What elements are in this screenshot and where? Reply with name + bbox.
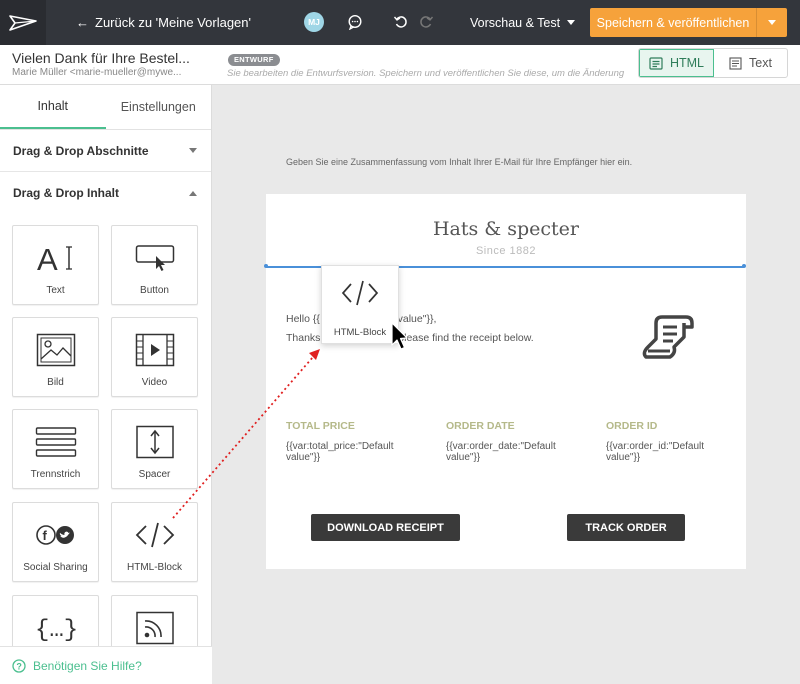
save-publish-label[interactable]: Speichern & veröffentlichen bbox=[590, 8, 756, 37]
svg-text:A: A bbox=[37, 242, 58, 275]
status-badge: ENTWURF bbox=[228, 54, 280, 66]
question-circle-icon: ? bbox=[12, 658, 26, 673]
track-order-button[interactable]: TRACK ORDER bbox=[567, 514, 685, 541]
section-dnd-sections[interactable]: Drag & Drop Abschnitte bbox=[0, 130, 211, 172]
email-info-bar: Vielen Dank für Ihre Bestel... Marie Mül… bbox=[0, 45, 800, 85]
tab-settings[interactable]: Einstellungen bbox=[106, 85, 212, 129]
greeting-part-a: Hello {{ bbox=[286, 313, 320, 325]
block-label: Button bbox=[140, 285, 169, 296]
redo-icon[interactable] bbox=[416, 12, 436, 32]
tab-content[interactable]: Inhalt bbox=[0, 85, 106, 129]
download-receipt-button[interactable]: DOWNLOAD RECEIPT bbox=[311, 514, 460, 541]
block-video[interactable]: Video bbox=[111, 317, 198, 397]
mode-text-label: Text bbox=[749, 56, 772, 70]
back-link-label: Zurück zu 'Meine Vorlagen' bbox=[95, 15, 251, 30]
avatar[interactable]: MJ bbox=[304, 12, 324, 32]
section-label: Drag & Drop Abschnitte bbox=[13, 143, 149, 158]
thanks-part-a: Thanks bbox=[286, 332, 321, 344]
help-label: Benötigen Sie Hilfe? bbox=[33, 658, 142, 673]
sidebar: Inhalt Einstellungen Drag & Drop Abschni… bbox=[0, 85, 212, 684]
total-price-value[interactable]: {{var:total_price:"Default value"}} bbox=[286, 441, 416, 463]
button-icon bbox=[135, 245, 174, 271]
drag-ghost-label: HTML-Block bbox=[333, 327, 387, 338]
email-title[interactable]: Vielen Dank für Ihre Bestel... bbox=[12, 50, 190, 66]
preview-test-dropdown[interactable]: Vorschau & Test bbox=[470, 0, 576, 45]
chevron-down-icon bbox=[189, 148, 197, 153]
chevron-down-icon bbox=[768, 20, 776, 25]
help-link[interactable]: ? Benötigen Sie Hilfe? bbox=[0, 646, 212, 684]
preheader-summary[interactable]: Geben Sie eine Zusammenfassung vom Inhal… bbox=[286, 157, 632, 167]
chevron-up-icon bbox=[189, 190, 197, 196]
block-label: Spacer bbox=[138, 469, 171, 480]
braces-icon: {…} bbox=[35, 617, 78, 643]
block-spacer[interactable]: Spacer bbox=[111, 409, 198, 489]
arrow-left-icon: ← bbox=[76, 15, 89, 30]
mode-text-button[interactable]: Text bbox=[714, 49, 787, 77]
drag-ghost-html-block[interactable]: HTML-Block bbox=[321, 265, 399, 344]
block-label: Video bbox=[141, 377, 168, 388]
save-publish-button[interactable]: Speichern & veröffentlichen bbox=[590, 8, 787, 37]
thanks-part-b: , please find the receipt below. bbox=[392, 332, 534, 344]
total-price-title[interactable]: TOTAL PRICE bbox=[286, 420, 355, 432]
code-icon bbox=[341, 280, 379, 306]
spacer-icon bbox=[135, 425, 174, 459]
block-label: Social Sharing bbox=[23, 562, 88, 573]
block-divider[interactable]: Trennstrich bbox=[12, 409, 99, 489]
divider-icon bbox=[35, 427, 76, 457]
sidebar-tabs: Inhalt Einstellungen bbox=[0, 85, 211, 130]
social-icon: f bbox=[35, 525, 74, 545]
block-label: Bild bbox=[47, 377, 64, 388]
undo-icon[interactable] bbox=[391, 12, 411, 32]
block-button[interactable]: Button bbox=[111, 225, 198, 305]
app-logo[interactable] bbox=[0, 0, 46, 45]
rss-icon bbox=[135, 611, 174, 645]
text-icon: A bbox=[37, 242, 72, 275]
mode-html-label: HTML bbox=[669, 56, 705, 70]
svg-text:f: f bbox=[42, 528, 47, 543]
brand-tagline[interactable]: Since 1882 bbox=[266, 245, 746, 257]
block-label: HTML-Block bbox=[126, 562, 182, 573]
paper-plane-icon bbox=[9, 14, 37, 31]
save-options-toggle[interactable] bbox=[756, 8, 787, 37]
mode-html-button[interactable]: HTML bbox=[639, 49, 714, 77]
top-bar: ← Zurück zu 'Meine Vorlagen' MJ Vorschau… bbox=[0, 0, 800, 45]
order-date-title[interactable]: ORDER DATE bbox=[446, 420, 515, 432]
section-dnd-content[interactable]: Drag & Drop Inhalt bbox=[0, 172, 211, 214]
text-doc-icon bbox=[729, 56, 742, 70]
preview-label: Vorschau & Test bbox=[470, 15, 561, 30]
order-id-value[interactable]: {{var:order_id:"Default value"}} bbox=[606, 441, 736, 463]
code-icon bbox=[135, 522, 174, 548]
order-id-title[interactable]: ORDER ID bbox=[606, 420, 657, 432]
svg-text:?: ? bbox=[16, 661, 22, 671]
section-label: Drag & Drop Inhalt bbox=[13, 186, 120, 200]
email-sender: Marie Müller <marie-mueller@mywe... bbox=[12, 67, 182, 78]
brand-name[interactable]: Hats & specter bbox=[266, 218, 746, 240]
block-image[interactable]: Bild bbox=[12, 317, 99, 397]
html-doc-icon bbox=[649, 56, 663, 70]
comment-icon[interactable] bbox=[345, 12, 365, 32]
receipt-icon bbox=[640, 313, 694, 366]
chevron-down-icon bbox=[567, 20, 576, 25]
draft-notice: Sie bearbeiten die Entwurfsversion. Spei… bbox=[227, 68, 625, 79]
email-preview: Hats & specter Since 1882 bbox=[266, 194, 746, 569]
back-to-templates-link[interactable]: ← Zurück zu 'Meine Vorlagen' bbox=[76, 0, 251, 45]
image-icon bbox=[36, 333, 75, 367]
block-label: Text bbox=[46, 285, 65, 296]
block-label: Trennstrich bbox=[30, 469, 81, 480]
video-icon bbox=[135, 333, 174, 367]
order-date-value[interactable]: {{var:order_date:"Default value"}} bbox=[446, 441, 576, 463]
block-html[interactable]: HTML-Block bbox=[111, 502, 198, 582]
svg-text:{…}: {…} bbox=[35, 617, 78, 643]
block-text[interactable]: A Text bbox=[12, 225, 99, 305]
block-social-sharing[interactable]: f Social Sharing bbox=[12, 502, 99, 582]
editor-mode-toggle: HTML Text bbox=[638, 48, 788, 78]
